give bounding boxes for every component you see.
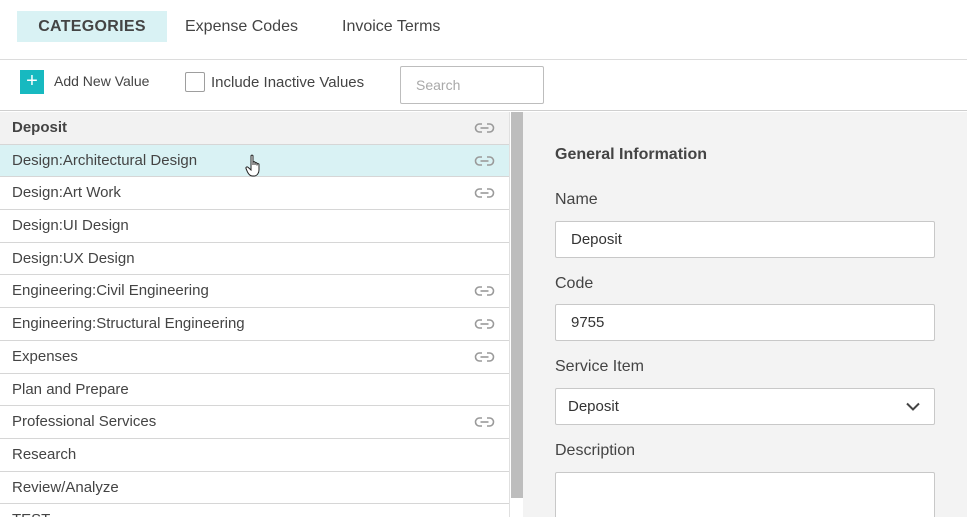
link-icon <box>474 352 495 362</box>
list-item-label: Plan and Prepare <box>12 380 129 398</box>
tab-bar: CATEGORIES Expense Codes Invoice Terms <box>0 0 967 60</box>
link-icon <box>474 155 495 166</box>
code-label: Code <box>555 275 594 292</box>
add-new-value-label[interactable]: Add New Value <box>54 73 149 89</box>
name-field[interactable]: Deposit <box>555 221 935 258</box>
code-field[interactable]: 9755 <box>555 304 935 341</box>
list-item[interactable]: TEST <box>0 504 509 517</box>
list-item[interactable]: Expenses <box>0 340 509 374</box>
list-item[interactable]: Design:UX Design <box>0 242 509 276</box>
list-item-label: Design:UI Design <box>12 217 129 235</box>
list-item-label: Professional Services <box>12 413 157 431</box>
scrollbar-thumb[interactable] <box>511 112 523 498</box>
list-item-label: TEST <box>12 511 50 517</box>
search-input[interactable] <box>400 66 544 104</box>
detail-panel: General Information Name Deposit Code 97… <box>523 112 967 517</box>
tab-categories[interactable]: CATEGORIES <box>17 11 167 42</box>
hand-cursor-icon <box>245 154 260 177</box>
link-icon <box>474 319 495 329</box>
list-item[interactable]: Research <box>0 438 509 472</box>
list-item-label: Design:Architectural Design <box>12 151 198 169</box>
list-item[interactable]: Design:UI Design <box>0 210 509 243</box>
tab-invoice-terms[interactable]: Invoice Terms <box>342 11 440 42</box>
list-item[interactable]: Deposit <box>0 112 509 145</box>
chevron-down-icon <box>906 402 920 411</box>
list-item[interactable]: Review/Analyze <box>0 471 509 505</box>
list-item-label: Design:UX Design <box>12 249 135 267</box>
link-icon <box>474 417 495 427</box>
name-label: Name <box>555 191 598 208</box>
list-item-label: Review/Analyze <box>12 478 119 496</box>
list-item[interactable]: Plan and Prepare <box>0 373 509 407</box>
toolbar: + Add New Value Include Inactive Values <box>0 60 967 111</box>
include-inactive-label[interactable]: Include Inactive Values <box>211 74 364 91</box>
link-icon <box>474 188 495 199</box>
list-item[interactable]: Professional Services <box>0 406 509 439</box>
link-icon <box>474 123 495 133</box>
list-item-label: Design:Art Work <box>12 184 121 202</box>
description-label: Description <box>555 442 636 459</box>
list-item-label: Research <box>12 445 77 463</box>
list-scrollbar[interactable] <box>509 112 523 517</box>
list-item[interactable]: Engineering:Civil Engineering <box>0 275 509 309</box>
section-title: General Information <box>555 146 708 163</box>
list-item-label: Deposit <box>12 119 68 136</box>
plus-icon: + <box>26 70 38 92</box>
tab-expense-codes[interactable]: Expense Codes <box>185 11 298 42</box>
list-item-label: Expenses <box>12 347 78 365</box>
service-item-label: Service Item <box>555 358 644 375</box>
service-item-select[interactable]: Deposit <box>555 388 935 425</box>
description-field[interactable] <box>555 472 935 517</box>
list-item[interactable]: Design:Art Work <box>0 177 509 211</box>
link-icon <box>474 286 495 297</box>
include-inactive-checkbox[interactable] <box>185 72 205 92</box>
list-item[interactable]: Engineering:Structural Engineering <box>0 308 509 341</box>
add-new-value-button[interactable]: + <box>20 70 44 94</box>
list-item-label: Engineering:Civil Engineering <box>12 282 209 300</box>
service-item-value: Deposit <box>568 398 619 415</box>
list-item-label: Engineering:Structural Engineering <box>12 315 245 333</box>
